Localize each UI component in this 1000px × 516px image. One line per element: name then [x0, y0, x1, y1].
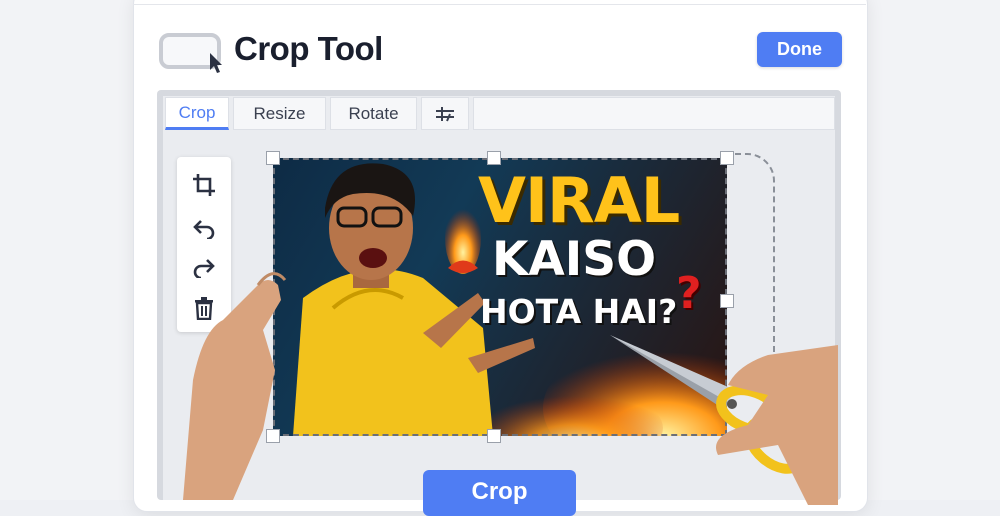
tab-crop[interactable]: Crop: [165, 97, 229, 130]
crop-tool-button[interactable]: [190, 171, 218, 199]
crop-icon: [193, 174, 215, 196]
tab-bar-filler: [473, 97, 835, 130]
adjust-icon: [436, 106, 454, 121]
top-divider: [133, 4, 866, 5]
crop-handle-middle-right[interactable]: [720, 294, 734, 308]
crop-handle-top-right[interactable]: [720, 151, 734, 165]
undo-button[interactable]: [190, 215, 218, 243]
background-right: [866, 0, 1000, 500]
page-title: Crop Tool: [234, 30, 383, 67]
left-hand-illustration: [183, 272, 287, 500]
right-hand-illustration: [716, 345, 838, 505]
cursor-icon: [210, 53, 222, 73]
tab-bar: Crop Resize Rotate: [165, 97, 835, 131]
crop-handle-top-center[interactable]: [487, 151, 501, 165]
crop-button[interactable]: Crop: [423, 470, 576, 516]
tab-resize[interactable]: Resize: [233, 97, 326, 130]
tab-adjust[interactable]: [421, 97, 469, 130]
crop-handle-bottom-center[interactable]: [487, 429, 501, 443]
undo-icon: [193, 220, 215, 239]
crop-handle-top-left[interactable]: [266, 151, 280, 165]
tab-rotate[interactable]: Rotate: [330, 97, 417, 130]
background-left: [0, 0, 133, 500]
done-button[interactable]: Done: [757, 32, 842, 67]
